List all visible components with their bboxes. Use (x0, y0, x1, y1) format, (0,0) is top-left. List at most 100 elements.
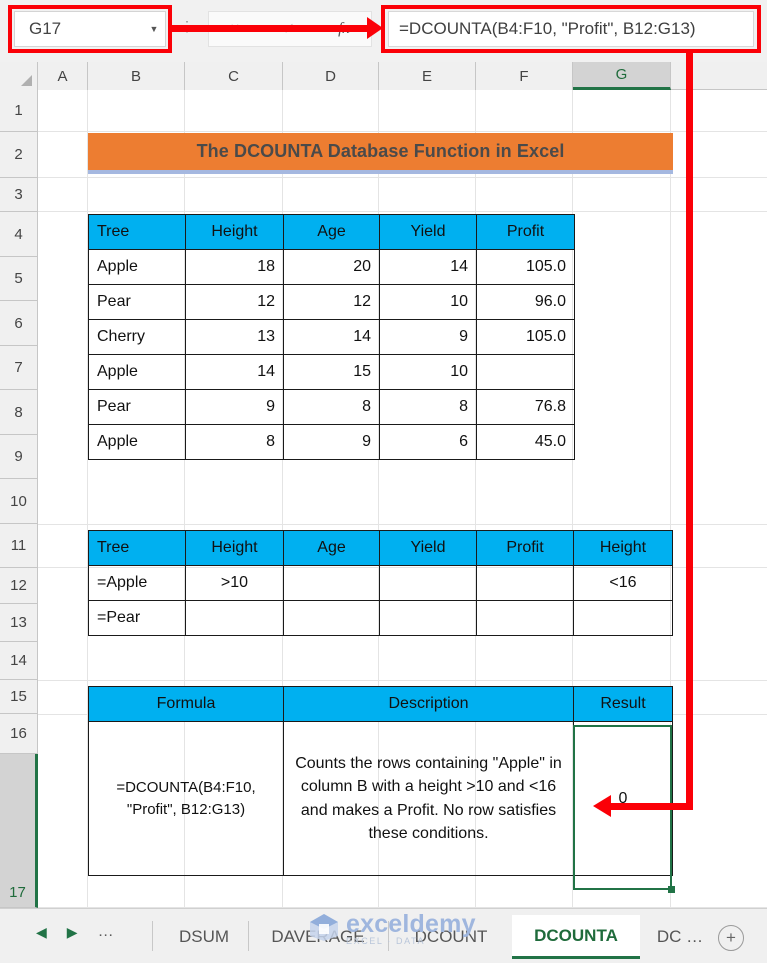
chevron-down-icon[interactable]: ▼ (143, 24, 165, 34)
cell-profit[interactable]: 76.8 (476, 389, 575, 425)
table-header-row: Tree Height Age Yield Profit (88, 214, 575, 250)
crit-cell-tree[interactable]: =Apple (88, 565, 186, 601)
sheet-tab-dcounta[interactable]: DCOUNTA (512, 915, 640, 959)
cell-height[interactable]: 9 (185, 389, 284, 425)
table-row[interactable]: =Apple >10 <16 (88, 565, 673, 601)
row-header-1[interactable]: 1 (0, 90, 38, 132)
cell-age[interactable]: 15 (283, 354, 380, 390)
row-header-12[interactable]: 12 (0, 568, 38, 604)
db-header-age: Age (283, 214, 380, 250)
fill-handle[interactable] (668, 886, 675, 893)
crit-cell-yield[interactable] (379, 565, 477, 601)
res-cell-result[interactable]: 0 (573, 721, 673, 876)
cell-height[interactable]: 12 (185, 284, 284, 320)
cell-tree[interactable]: Apple (88, 424, 186, 460)
res-header-result: Result (573, 686, 673, 722)
cell-yield[interactable]: 10 (379, 354, 477, 390)
crit-cell-yield[interactable] (379, 600, 477, 636)
crit-cell-height[interactable]: >10 (185, 565, 284, 601)
cell-tree[interactable]: Cherry (88, 319, 186, 355)
sheet-tab-dcount[interactable]: DCOUNT (392, 915, 510, 959)
row-header-5[interactable]: 5 (0, 257, 38, 301)
column-header-f[interactable]: F (476, 62, 573, 90)
cell-height[interactable]: 8 (185, 424, 284, 460)
table-row[interactable]: Pear 12 12 10 96.0 (88, 284, 575, 320)
row-header-15[interactable]: 15 (0, 680, 38, 714)
table-row[interactable]: =DCOUNTA(B4:F10, "Profit", B12:G13) Coun… (88, 721, 673, 876)
crit-cell-age[interactable] (283, 600, 380, 636)
crit-cell-height2[interactable] (573, 600, 673, 636)
name-box[interactable]: G17 ▼ (14, 11, 166, 47)
row-header-16[interactable]: 16 (0, 714, 38, 754)
cell-height[interactable]: 18 (185, 249, 284, 285)
crit-cell-age[interactable] (283, 565, 380, 601)
cell-profit[interactable]: 105.0 (476, 319, 575, 355)
nav-more-icon[interactable]: … (98, 923, 115, 941)
db-header-profit: Profit (476, 214, 575, 250)
nav-next-icon[interactable]: ▶ (67, 924, 78, 941)
row-header-13[interactable]: 13 (0, 604, 38, 642)
row-header-10[interactable]: 10 (0, 479, 38, 524)
cell-profit[interactable]: 96.0 (476, 284, 575, 320)
cell-tree[interactable]: Pear (88, 389, 186, 425)
row-header-2[interactable]: 2 (0, 132, 38, 178)
res-cell-description[interactable]: Counts the rows containing "Apple" in co… (283, 721, 574, 876)
cell-age[interactable]: 14 (283, 319, 380, 355)
crit-cell-height2[interactable]: <16 (573, 565, 673, 601)
row-header-14[interactable]: 14 (0, 642, 38, 680)
sheet-tab-daverage[interactable]: DAVERAGE (252, 915, 384, 959)
row-header-3[interactable]: 3 (0, 178, 38, 212)
add-sheet-button[interactable]: + (718, 925, 744, 951)
row-header-7[interactable]: 7 (0, 346, 38, 390)
name-box-value: G17 (29, 19, 62, 38)
cell-height[interactable]: 13 (185, 319, 284, 355)
cell-tree[interactable]: Apple (88, 354, 186, 390)
crit-cell-profit[interactable] (476, 565, 574, 601)
crit-cell-profit[interactable] (476, 600, 574, 636)
cell-age[interactable]: 20 (283, 249, 380, 285)
cell-tree[interactable]: Apple (88, 249, 186, 285)
column-header-b[interactable]: B (88, 62, 185, 90)
table-row[interactable]: =Pear (88, 600, 673, 636)
cell-yield[interactable]: 10 (379, 284, 477, 320)
row-header-9[interactable]: 9 (0, 435, 38, 479)
cell-yield[interactable]: 9 (379, 319, 477, 355)
table-row[interactable]: Apple 14 15 10 (88, 354, 575, 390)
cell-profit[interactable] (476, 354, 575, 390)
crit-header-height: Height (185, 530, 284, 566)
crit-cell-height[interactable] (185, 600, 284, 636)
table-row[interactable]: Cherry 13 14 9 105.0 (88, 319, 575, 355)
sheet-tab-dsum[interactable]: DSUM (160, 915, 248, 959)
nav-previous-icon[interactable]: ◀ (36, 924, 47, 941)
crit-cell-tree[interactable]: =Pear (88, 600, 186, 636)
row-header-17[interactable]: 17 (0, 754, 38, 908)
select-all-corner[interactable] (0, 62, 38, 90)
cell-age[interactable]: 12 (283, 284, 380, 320)
table-row[interactable]: Pear 9 8 8 76.8 (88, 389, 575, 425)
cell-tree[interactable]: Pear (88, 284, 186, 320)
row-header-11[interactable]: 11 (0, 524, 38, 568)
column-header-e[interactable]: E (379, 62, 476, 90)
res-cell-formula[interactable]: =DCOUNTA(B4:F10, "Profit", B12:G13) (88, 721, 284, 876)
cell-height[interactable]: 14 (185, 354, 284, 390)
cell-age[interactable]: 8 (283, 389, 380, 425)
cell-age[interactable]: 9 (283, 424, 380, 460)
cell-yield[interactable]: 6 (379, 424, 477, 460)
sheet-tab-more[interactable]: DC … (644, 915, 716, 959)
column-header-d[interactable]: D (283, 62, 379, 90)
cell-profit[interactable]: 105.0 (476, 249, 575, 285)
cell-yield[interactable]: 8 (379, 389, 477, 425)
table-row[interactable]: Apple 18 20 14 105.0 (88, 249, 575, 285)
row-header-4[interactable]: 4 (0, 212, 38, 257)
cell-yield[interactable]: 14 (379, 249, 477, 285)
annotation-arrow-to-result (593, 795, 690, 817)
formula-input[interactable]: =DCOUNTA(B4:F10, "Profit", B12:G13) (388, 11, 754, 47)
row-header-6[interactable]: 6 (0, 301, 38, 346)
table-row[interactable]: Apple 8 9 6 45.0 (88, 424, 575, 460)
column-header-c[interactable]: C (185, 62, 283, 90)
column-header-a[interactable]: A (38, 62, 88, 90)
row-header-8[interactable]: 8 (0, 390, 38, 435)
column-header-g[interactable]: G (573, 62, 671, 90)
page-title: The DCOUNTA Database Function in Excel (88, 133, 673, 174)
cell-profit[interactable]: 45.0 (476, 424, 575, 460)
